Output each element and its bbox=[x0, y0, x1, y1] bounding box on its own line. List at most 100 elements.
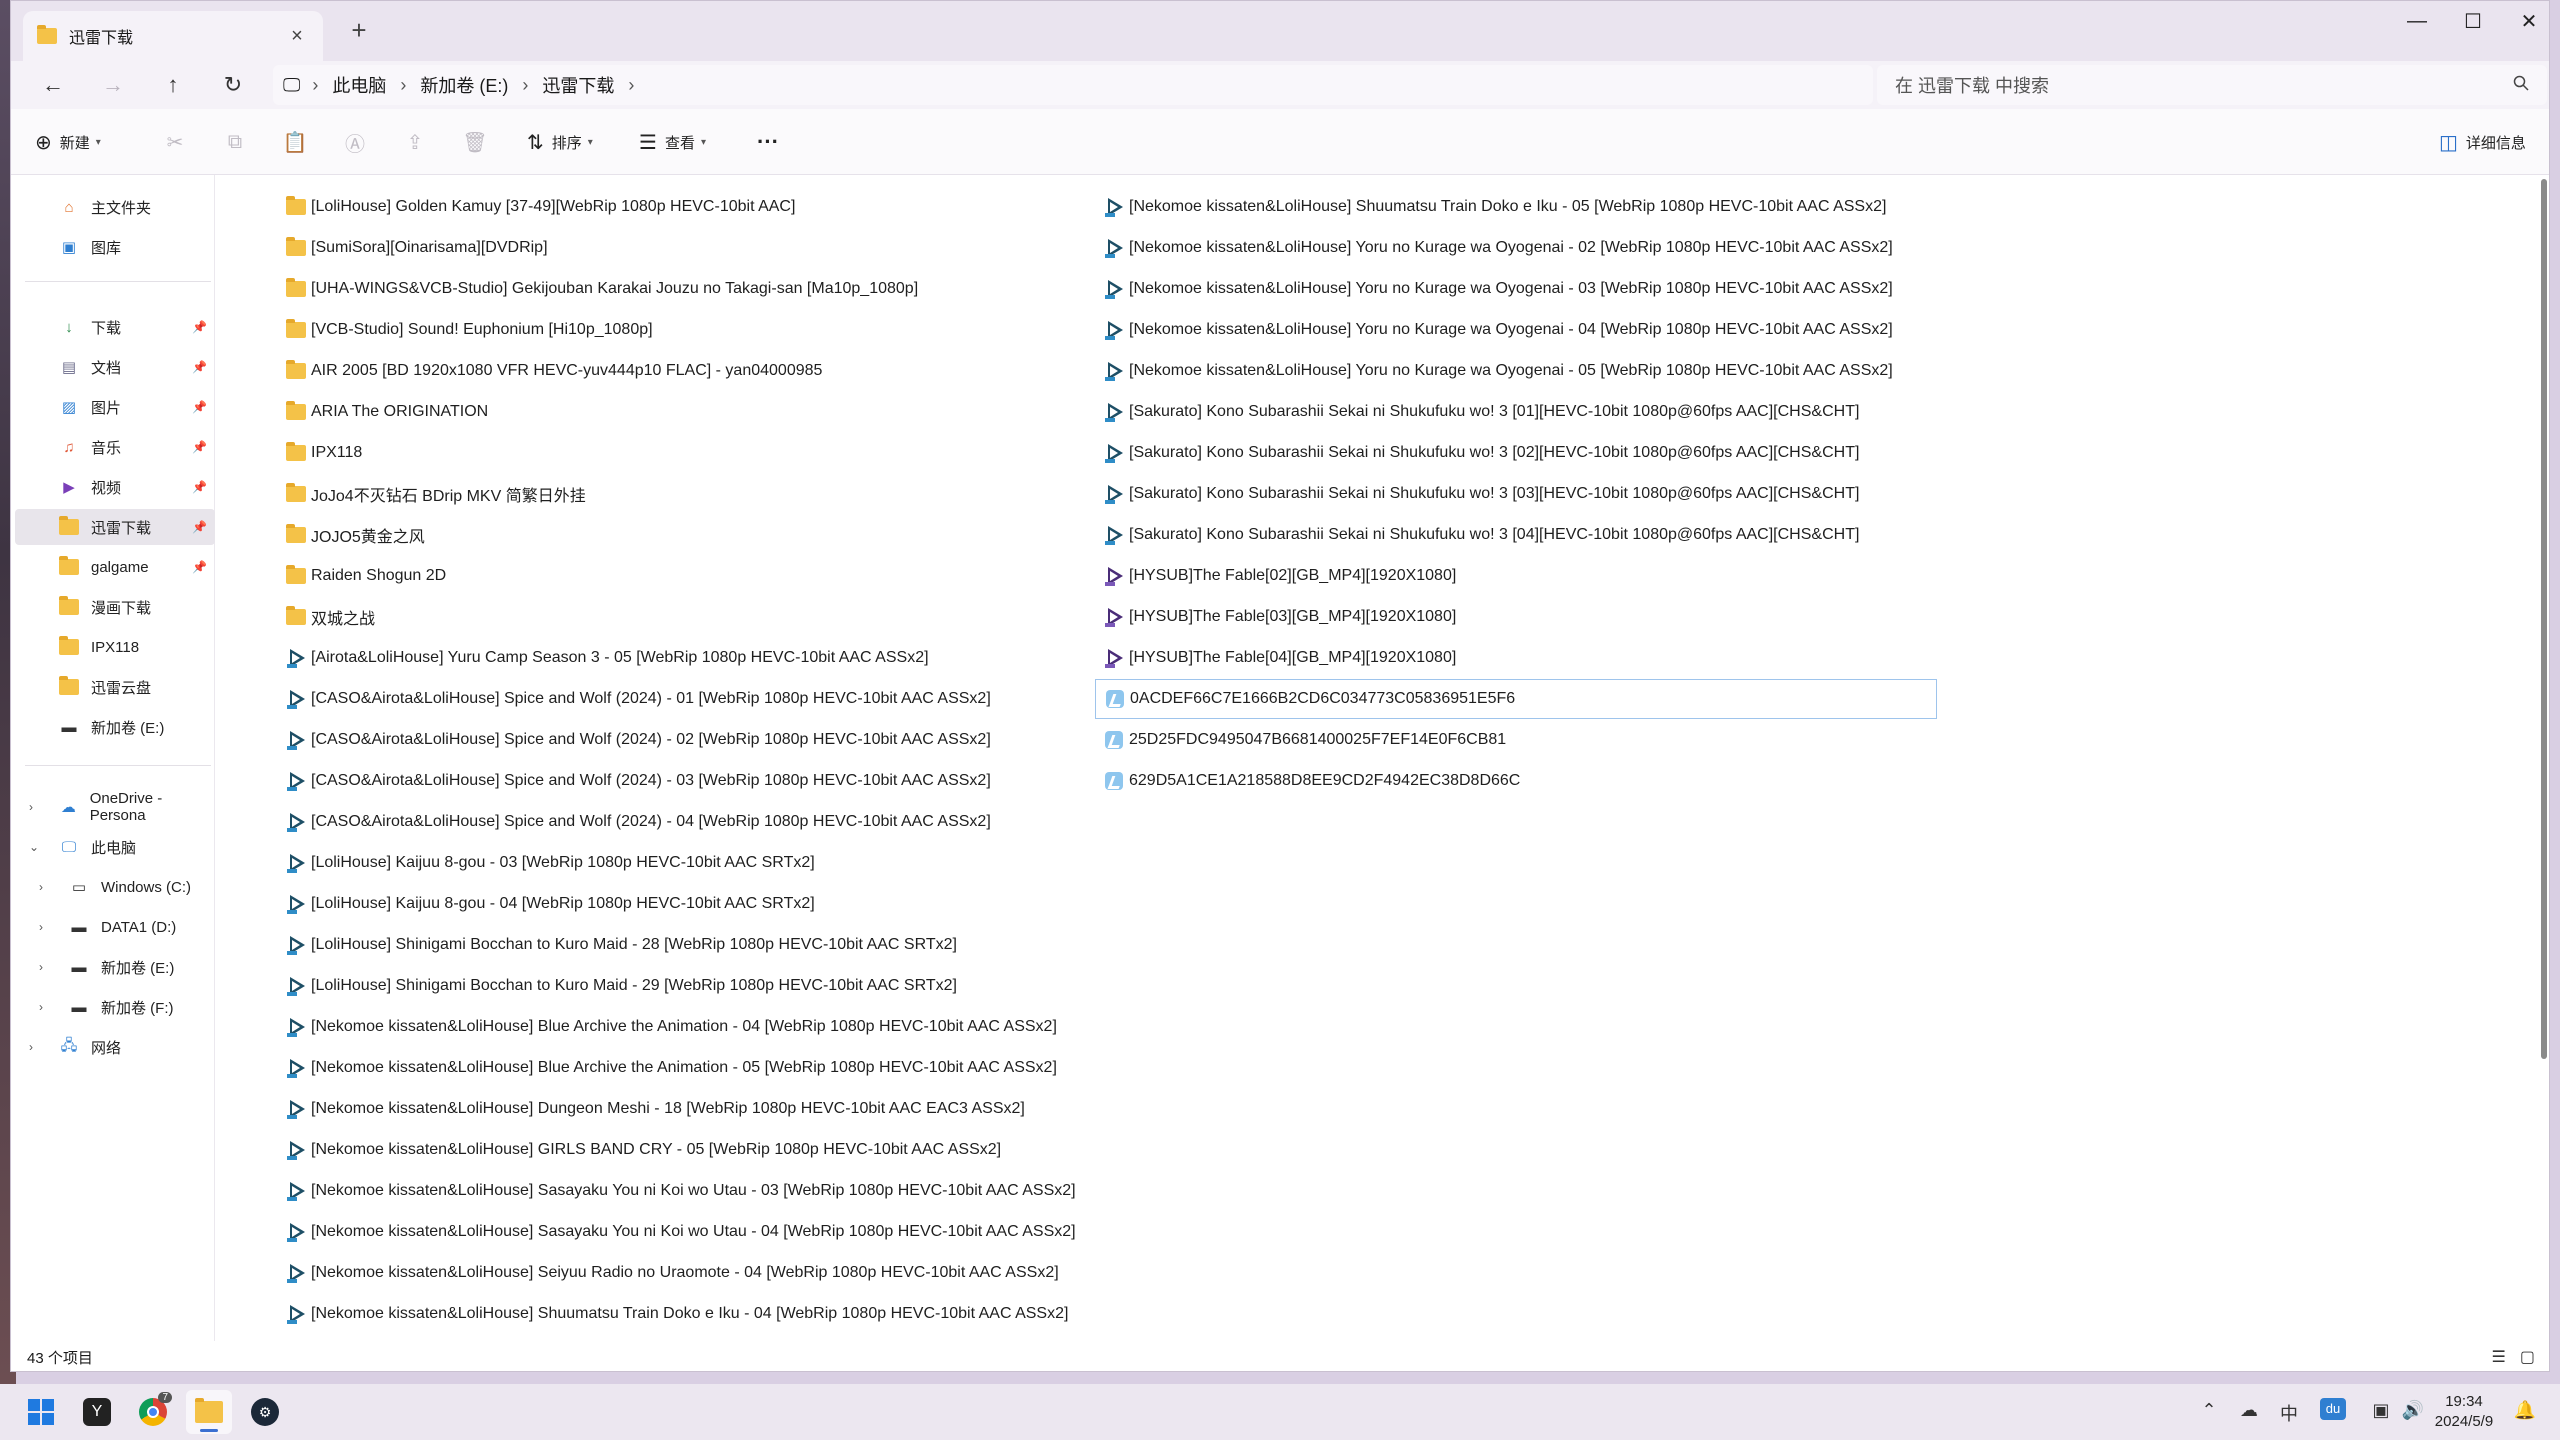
sidebar-item-ipx118[interactable]: IPX118 bbox=[15, 629, 215, 665]
file-item[interactable]: [LoliHouse] Kaijuu 8-gou - 03 [WebRip 10… bbox=[277, 843, 1097, 883]
file-item[interactable]: [Airota&LoliHouse] Yuru Camp Season 3 - … bbox=[277, 638, 1097, 678]
folder-item[interactable]: IPX118 bbox=[277, 433, 1097, 473]
file-item[interactable]: [Nekomoe kissaten&LoliHouse] Yoru no Kur… bbox=[1095, 228, 1937, 268]
search-input[interactable]: 在 迅雷下载 中搜索 bbox=[1877, 65, 2547, 105]
sidebar-item-xunlei[interactable]: 迅雷下载 📌 bbox=[15, 509, 215, 545]
file-item[interactable]: [HYSUB]The Fable[02][GB_MP4][1920X1080] bbox=[1095, 556, 1937, 596]
chevron-right-icon[interactable]: › bbox=[628, 75, 634, 96]
forward-button[interactable]: → bbox=[93, 67, 133, 103]
close-window-button[interactable]: ✕ bbox=[2499, 3, 2549, 39]
folder-item[interactable]: AIR 2005 [BD 1920x1080 VFR HEVC-yuv444p1… bbox=[277, 351, 1097, 391]
file-explorer-app[interactable] bbox=[186, 1390, 232, 1434]
pin-icon[interactable]: 📌 bbox=[192, 480, 207, 494]
breadcrumb-this-pc[interactable]: 此电脑 bbox=[332, 72, 386, 98]
chevron-down-icon[interactable]: ⌄ bbox=[29, 840, 39, 854]
tab-xunlei-download[interactable]: 迅雷下载 × bbox=[23, 11, 323, 61]
sidebar-item-drive-e[interactable]: ▬ 新加卷 (E:) bbox=[15, 709, 215, 745]
file-item[interactable]: [HYSUB]The Fable[04][GB_MP4][1920X1080] bbox=[1095, 638, 1937, 678]
chevron-right-icon[interactable]: › bbox=[312, 75, 318, 96]
file-item[interactable]: [LoliHouse] Shinigami Bocchan to Kuro Ma… bbox=[277, 966, 1097, 1006]
sidebar-item-this-pc[interactable]: ⌄ 🖵 此电脑 bbox=[15, 829, 215, 865]
folder-item[interactable]: Raiden Shogun 2D bbox=[277, 556, 1097, 596]
rename-icon[interactable]: Ⓐ bbox=[339, 127, 371, 157]
folder-item[interactable]: [LoliHouse] Golden Kamuy [37-49][WebRip … bbox=[277, 187, 1097, 227]
sidebar-item-music[interactable]: ♫ 音乐 📌 bbox=[15, 429, 215, 465]
file-item[interactable]: [Sakurato] Kono Subarashii Sekai ni Shuk… bbox=[1095, 515, 1937, 555]
tiles-view-icon[interactable]: ▢ bbox=[2520, 1347, 2535, 1367]
chevron-up-icon[interactable]: ⌃ bbox=[2196, 1400, 2222, 1421]
up-button[interactable]: ↑ bbox=[153, 67, 193, 103]
file-item[interactable]: [LoliHouse] Kaijuu 8-gou - 04 [WebRip 10… bbox=[277, 884, 1097, 924]
file-item[interactable]: [HYSUB]The Fable[03][GB_MP4][1920X1080] bbox=[1095, 597, 1937, 637]
chevron-right-icon[interactable]: › bbox=[400, 75, 406, 96]
volume-icon[interactable]: 🔊 bbox=[2400, 1400, 2426, 1421]
sidebar-item-drive-c[interactable]: › ▭ Windows (C:) bbox=[15, 869, 215, 905]
file-item[interactable]: 629D5A1CE1A218588D8EE9CD2F4942EC38D8D66C bbox=[1095, 761, 1937, 801]
pin-icon[interactable]: 📌 bbox=[192, 320, 207, 334]
new-button[interactable]: ⊕ 新建 ▾ bbox=[35, 127, 101, 157]
steam-app[interactable]: ⚙ bbox=[242, 1390, 288, 1434]
notification-bell-icon[interactable]: 🔔 bbox=[2512, 1400, 2538, 1421]
chevron-right-icon[interactable]: › bbox=[39, 880, 43, 894]
delete-icon[interactable]: 🗑 bbox=[459, 127, 491, 157]
chevron-right-icon[interactable]: › bbox=[522, 75, 528, 96]
terminal-app[interactable]: Y bbox=[74, 1390, 120, 1434]
more-options-button[interactable]: ··· bbox=[757, 127, 779, 157]
details-view-icon[interactable]: ☰ bbox=[2492, 1347, 2506, 1367]
chevron-right-icon[interactable]: › bbox=[29, 1040, 33, 1054]
back-button[interactable]: ← bbox=[33, 67, 73, 103]
sidebar-item-drive-d[interactable]: › ▬ DATA1 (D:) bbox=[15, 909, 215, 945]
sidebar-item-drive-e-pc[interactable]: › ▬ 新加卷 (E:) bbox=[15, 949, 215, 985]
clock[interactable]: 19:34 2024/5/9 bbox=[2424, 1392, 2504, 1432]
file-item[interactable]: [Nekomoe kissaten&LoliHouse] Yoru no Kur… bbox=[1095, 269, 1937, 309]
file-item[interactable]: [Sakurato] Kono Subarashii Sekai ni Shuk… bbox=[1095, 392, 1937, 432]
file-item[interactable]: 25D25FDC9495047B6681400025F7EF14E0F6CB81 bbox=[1095, 720, 1937, 760]
sidebar-item-home[interactable]: ⌂ 主文件夹 bbox=[15, 189, 215, 225]
breadcrumb[interactable]: 🖵 › 此电脑 › 新加卷 (E:) › 迅雷下载 › bbox=[273, 65, 1873, 105]
sidebar-item-manga[interactable]: 漫画下载 bbox=[15, 589, 215, 625]
sidebar-item-pictures[interactable]: ▨ 图片 📌 bbox=[15, 389, 215, 425]
chevron-right-icon[interactable]: › bbox=[39, 1000, 43, 1014]
sort-button[interactable]: ⇅ 排序 ▾ bbox=[527, 127, 593, 157]
pin-icon[interactable]: 📌 bbox=[192, 520, 207, 534]
pin-icon[interactable]: 📌 bbox=[192, 360, 207, 374]
vertical-scrollbar[interactable] bbox=[2541, 179, 2547, 1059]
file-item[interactable]: [Sakurato] Kono Subarashii Sekai ni Shuk… bbox=[1095, 433, 1937, 473]
paste-icon[interactable]: 📋 bbox=[279, 127, 311, 157]
file-item[interactable]: [Nekomoe kissaten&LoliHouse] Seiyuu Radi… bbox=[277, 1253, 1097, 1293]
maximize-button[interactable]: ☐ bbox=[2443, 3, 2503, 39]
sidebar-item-documents[interactable]: ▤ 文档 📌 bbox=[15, 349, 215, 385]
chevron-right-icon[interactable]: › bbox=[39, 920, 43, 934]
cut-icon[interactable]: ✂ bbox=[159, 127, 191, 157]
folder-item[interactable]: JoJo4不灭钻石 BDrip MKV 简繁日外挂 bbox=[277, 474, 1097, 514]
refresh-button[interactable]: ↻ bbox=[213, 67, 253, 103]
sidebar-item-network[interactable]: › 🖧 网络 bbox=[15, 1029, 215, 1065]
folder-item[interactable]: [SumiSora][Oinarisama][DVDRip] bbox=[277, 228, 1097, 268]
baidu-netdisk-icon[interactable]: du bbox=[2320, 1398, 2346, 1420]
start-button[interactable] bbox=[18, 1390, 64, 1434]
sidebar-item-downloads[interactable]: ↓ 下载 📌 bbox=[15, 309, 215, 345]
file-item[interactable]: [LoliHouse] Shinigami Bocchan to Kuro Ma… bbox=[277, 925, 1097, 965]
file-item[interactable]: [Nekomoe kissaten&LoliHouse] Sasayaku Yo… bbox=[277, 1171, 1097, 1211]
file-item[interactable]: [Nekomoe kissaten&LoliHouse] Blue Archiv… bbox=[277, 1007, 1097, 1047]
file-item[interactable]: [Nekomoe kissaten&LoliHouse] Dungeon Mes… bbox=[277, 1089, 1097, 1129]
file-item[interactable]: [CASO&Airota&LoliHouse] Spice and Wolf (… bbox=[277, 802, 1097, 842]
file-item[interactable]: [Nekomoe kissaten&LoliHouse] Shuumatsu T… bbox=[277, 1294, 1097, 1334]
sidebar-item-galgame[interactable]: galgame 📌 bbox=[15, 549, 215, 585]
file-item[interactable]: [Nekomoe kissaten&LoliHouse] Yoru no Kur… bbox=[1095, 351, 1937, 391]
folder-item[interactable]: [VCB-Studio] Sound! Euphonium [Hi10p_108… bbox=[277, 310, 1097, 350]
chevron-right-icon[interactable]: › bbox=[39, 960, 43, 974]
display-icon[interactable]: ▣ bbox=[2368, 1400, 2394, 1421]
file-item[interactable]: [CASO&Airota&LoliHouse] Spice and Wolf (… bbox=[277, 761, 1097, 801]
onedrive-tray-icon[interactable]: ☁ bbox=[2236, 1400, 2262, 1421]
file-item[interactable]: [Nekomoe kissaten&LoliHouse] Sasayaku Yo… bbox=[277, 1212, 1097, 1252]
view-button[interactable]: ☰ 查看 ▾ bbox=[639, 127, 706, 157]
sidebar-item-drive-f[interactable]: › ▬ 新加卷 (F:) bbox=[15, 989, 215, 1025]
file-item[interactable]: [CASO&Airota&LoliHouse] Spice and Wolf (… bbox=[277, 720, 1097, 760]
folder-item[interactable]: 双城之战 bbox=[277, 597, 1097, 637]
sidebar-item-onedrive[interactable]: › ☁ OneDrive - Persona bbox=[15, 789, 215, 825]
pin-icon[interactable]: 📌 bbox=[192, 560, 207, 574]
sidebar-item-gallery[interactable]: ▣ 图库 bbox=[15, 229, 215, 265]
file-item[interactable]: [Nekomoe kissaten&LoliHouse] Yoru no Kur… bbox=[1095, 310, 1937, 350]
new-tab-button[interactable]: + bbox=[341, 15, 377, 46]
